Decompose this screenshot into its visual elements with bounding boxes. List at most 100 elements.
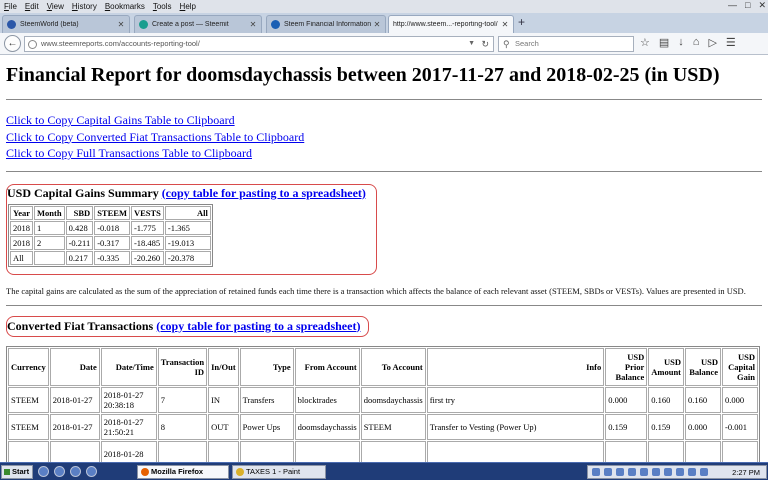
clock: 2:27 PM xyxy=(732,467,760,477)
table-cell: -0.335 xyxy=(94,250,130,265)
close-window-icon[interactable]: ✕ xyxy=(758,0,766,11)
tray-icon[interactable] xyxy=(604,468,612,476)
explorer-icon[interactable] xyxy=(70,466,81,477)
table-cell xyxy=(34,250,65,265)
column-header: All xyxy=(164,205,211,220)
menu-edit[interactable]: Edit xyxy=(21,2,43,11)
table-cell: 8 xyxy=(157,413,208,440)
maximize-icon[interactable]: □ xyxy=(745,0,750,11)
tab-steemworld[interactable]: SteemWorld (beta) ✕ xyxy=(2,15,130,33)
column-header: USD Balance xyxy=(685,347,721,386)
tab-close-icon[interactable]: ✕ xyxy=(373,20,381,29)
minimize-icon[interactable]: — xyxy=(728,0,737,11)
browser-icon[interactable] xyxy=(54,466,65,477)
table-cell: All xyxy=(10,250,33,265)
column-header: USD Capital Gain xyxy=(722,347,758,386)
tab-create-post[interactable]: Create a post — Steemit ✕ xyxy=(134,15,262,33)
hamburger-menu-icon[interactable]: ☰ xyxy=(726,36,736,49)
table-cell xyxy=(49,440,100,462)
tray-icon[interactable] xyxy=(652,468,660,476)
taskbar-firefox-button[interactable]: Mozilla Firefox xyxy=(137,465,229,479)
tab-reporting-tool[interactable]: http://www.steem...-reporting-tool/ ✕ xyxy=(388,15,514,33)
download-icon[interactable]: ↓ xyxy=(678,36,684,49)
steemit-favicon-icon xyxy=(139,20,148,29)
menu-file[interactable]: File xyxy=(0,2,21,11)
table-row: All 0.217 -0.335 -20.260 -20.378 xyxy=(10,250,211,265)
table-cell: -20.378 xyxy=(164,250,211,265)
volume-icon[interactable] xyxy=(688,468,696,476)
table-cell: -0.018 xyxy=(94,220,130,235)
table-cell xyxy=(685,440,721,462)
table-cell: -20.260 xyxy=(130,250,164,265)
chevron-down-icon[interactable]: ▼ xyxy=(468,37,475,51)
tray-icon[interactable] xyxy=(640,468,648,476)
table-cell: doomsdaychassis xyxy=(360,386,426,413)
column-header: From Account xyxy=(294,347,360,386)
table-cell: 0.217 xyxy=(65,250,94,265)
copy-fiat-transactions-link[interactable]: Click to Copy Converted Fiat Transaction… xyxy=(6,129,762,146)
copy-links: Click to Copy Capital Gains Table to Cli… xyxy=(6,112,762,162)
menu-help[interactable]: Help xyxy=(176,2,200,11)
divider xyxy=(6,170,762,172)
taskbar-item-label: Mozilla Firefox xyxy=(151,467,204,476)
table-cell: -19.013 xyxy=(164,235,211,250)
tray-icon[interactable] xyxy=(592,468,600,476)
back-button[interactable]: ← xyxy=(4,35,21,52)
network-icon[interactable] xyxy=(700,468,708,476)
tray-icon[interactable] xyxy=(628,468,636,476)
copy-fiat-table-link[interactable]: (copy table for pasting to a spreadsheet… xyxy=(156,319,360,333)
app-icon[interactable] xyxy=(86,466,97,477)
menu-history[interactable]: History xyxy=(68,2,101,11)
steem-favicon-icon xyxy=(271,20,280,29)
desktop-icon[interactable] xyxy=(38,466,49,477)
bookmark-star-icon[interactable]: ☆ xyxy=(640,36,650,49)
table-row: 2018 2 -0.211 -0.317 -18.485 -19.013 xyxy=(10,235,211,250)
table-cell: 7 xyxy=(157,386,208,413)
table-cell: Transfers xyxy=(239,386,294,413)
column-header: VESTS xyxy=(130,205,164,220)
table-cell xyxy=(605,440,648,462)
tab-close-icon[interactable]: ✕ xyxy=(249,20,257,29)
taskbar-item-label: TAXES 1 - Paint xyxy=(246,467,301,476)
new-tab-button[interactable]: + xyxy=(518,15,525,29)
copy-full-transactions-link[interactable]: Click to Copy Full Transactions Table to… xyxy=(6,145,762,162)
search-placeholder: Search xyxy=(515,39,539,48)
copy-capital-gains-table-link[interactable]: (copy table for pasting to a spreadsheet… xyxy=(162,186,366,200)
fiat-transactions-table: Currency Date Date/Time Transaction ID I… xyxy=(6,345,760,462)
tray-icon[interactable] xyxy=(616,468,624,476)
toolbar-icons: ☆ ▤ ↓ ⌂ ▷ ☰ xyxy=(640,36,736,49)
home-icon[interactable]: ⌂ xyxy=(693,36,700,49)
tab-steem-financial[interactable]: Steem Financial Information ✕ xyxy=(266,15,386,33)
column-header: Type xyxy=(239,347,294,386)
pocket-icon[interactable]: ▷ xyxy=(708,36,716,49)
reload-icon[interactable]: ↻ xyxy=(481,37,489,51)
capital-gains-title: USD Capital Gains Summary xyxy=(7,185,159,200)
tab-close-icon[interactable]: ✕ xyxy=(501,20,509,29)
table-row: STEEM 2018-01-27 2018-01-27 21:50:21 8 O… xyxy=(8,413,758,440)
start-button[interactable]: Start xyxy=(1,465,33,479)
table-cell: -1.365 xyxy=(164,220,211,235)
tray-icon[interactable] xyxy=(676,468,684,476)
reading-list-icon[interactable]: ▤ xyxy=(659,36,669,49)
taskbar-paint-button[interactable]: TAXES 1 - Paint xyxy=(232,465,326,479)
url-bar[interactable]: www.steemreports.com/accounts-reporting-… xyxy=(24,36,494,52)
navigation-bar: ← www.steemreports.com/accounts-reportin… xyxy=(0,33,768,55)
tray-icon[interactable] xyxy=(664,468,672,476)
copy-capital-gains-link[interactable]: Click to Copy Capital Gains Table to Cli… xyxy=(6,112,762,129)
table-cell: 0.159 xyxy=(605,413,648,440)
menu-bookmarks[interactable]: Bookmarks xyxy=(101,2,149,11)
column-header: Transaction ID xyxy=(157,347,208,386)
menu-tools[interactable]: Tools xyxy=(149,2,176,11)
tab-bar: SteemWorld (beta) ✕ Create a post — Stee… xyxy=(0,13,768,33)
fiat-transactions-section: Converted Fiat Transactions (copy table … xyxy=(6,315,370,337)
tab-close-icon[interactable]: ✕ xyxy=(117,20,125,29)
menu-view[interactable]: View xyxy=(43,2,68,11)
search-input[interactable]: ⚲ Search xyxy=(498,36,634,52)
steemworld-favicon-icon xyxy=(7,20,16,29)
table-cell: 0.428 xyxy=(65,220,94,235)
tab-label: SteemWorld (beta) xyxy=(20,21,79,28)
table-cell: -0.211 xyxy=(65,235,94,250)
table-cell xyxy=(648,440,684,462)
table-cell: Transfer to Vesting (Power Up) xyxy=(426,413,605,440)
globe-icon xyxy=(28,40,37,49)
